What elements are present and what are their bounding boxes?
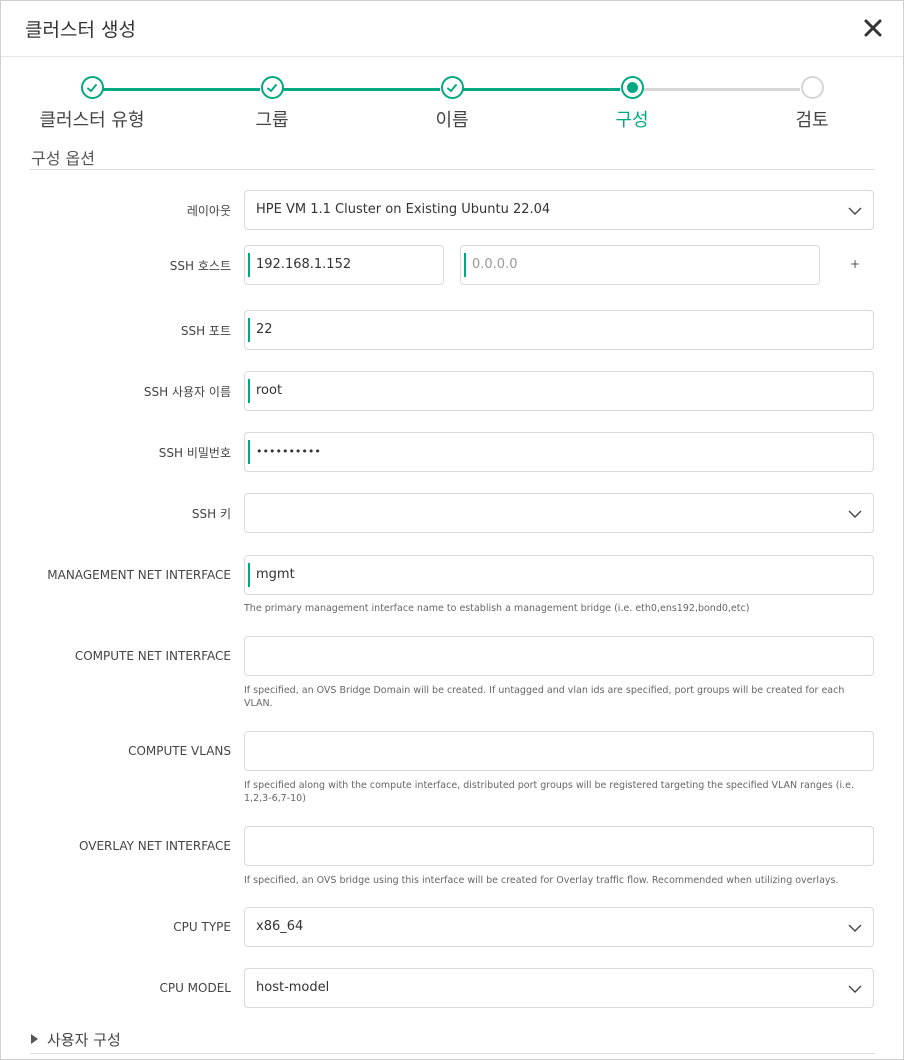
chevron-down-icon: [848, 924, 862, 932]
check-icon: [447, 83, 457, 92]
ssh-port-label: SSH 포트: [180, 324, 231, 338]
wizard-stepper: 클러스터 유형 그룹 이름 구성 검토: [1, 57, 903, 147]
cpu-type-select[interactable]: x86_64: [244, 907, 874, 947]
ssh-host-value: 192.168.1.152: [256, 257, 352, 272]
cpu-type-label: CPU TYPE: [173, 920, 231, 934]
ssh-key-select[interactable]: [244, 493, 874, 533]
check-icon: [87, 83, 97, 92]
user-config-label: 사용자 구성: [47, 1031, 121, 1049]
section-title: 구성 옵션: [31, 149, 95, 168]
mgmt-interface-value: mgmt: [256, 567, 295, 582]
step-label: 이름: [435, 110, 469, 131]
close-button[interactable]: [863, 13, 887, 41]
mgmt-interface-input[interactable]: mgmt: [244, 555, 874, 595]
ssh-user-input[interactable]: root: [244, 371, 874, 411]
chevron-down-icon: [848, 985, 862, 993]
ssh-password-label: SSH 비밀번호: [158, 446, 231, 460]
compute-interface-input[interactable]: [244, 636, 874, 676]
step-complete-indicator: [440, 76, 464, 99]
overlay-interface-input[interactable]: [244, 826, 874, 866]
step-group[interactable]: 그룹: [197, 76, 347, 132]
step-label: 클러스터 유형: [39, 110, 145, 131]
step-complete-indicator: [80, 76, 104, 99]
ssh-port-value: 22: [256, 322, 273, 337]
compute-vlans-help: If specified along with the compute inte…: [244, 780, 854, 804]
ssh-key-label: SSH 키: [191, 507, 231, 521]
step-review[interactable]: 검토: [737, 76, 887, 132]
cpu-model-select[interactable]: host-model: [244, 968, 874, 1008]
compute-interface-help: If specified, an OVS Bridge Domain will …: [244, 685, 845, 709]
ssh-host-input[interactable]: 192.168.1.152: [244, 245, 444, 285]
chevron-down-icon: [848, 207, 862, 215]
layout-select[interactable]: HPE VM 1.1 Cluster on Existing Ubuntu 22…: [244, 190, 874, 230]
step-pending-indicator: [800, 76, 824, 99]
dialog-title: 클러스터 생성: [25, 19, 136, 41]
cpu-model-label: CPU MODEL: [159, 981, 231, 995]
ssh-host-extra-input[interactable]: 0.0.0.0: [460, 245, 820, 285]
step-label: 검토: [795, 110, 829, 131]
create-cluster-dialog: 클러스터 생성 클러스터 유형 그룹 이름 구성 검토 구성 옵션 레이아웃 H…: [0, 0, 904, 1060]
dialog-header: 클러스터 생성: [1, 1, 903, 57]
compute-interface-label: COMPUTE NET INTERFACE: [74, 649, 231, 663]
add-host-button[interactable]: +: [850, 257, 860, 271]
ssh-user-value: root: [256, 383, 283, 398]
close-icon: [864, 19, 882, 37]
layout-label: 레이아웃: [186, 204, 231, 218]
overlay-interface-label: OVERLAY NET INTERFACE: [79, 839, 231, 853]
ssh-port-input[interactable]: 22: [244, 310, 874, 350]
mgmt-interface-help: The primary management interface name to…: [244, 603, 750, 614]
compute-vlans-input[interactable]: [244, 731, 874, 771]
chevron-down-icon: [848, 510, 862, 518]
step-complete-indicator: [260, 76, 284, 99]
ssh-user-label: SSH 사용자 이름: [143, 385, 231, 399]
ssh-host-label: SSH 호스트: [169, 259, 231, 273]
cpu-model-value: host-model: [256, 980, 330, 995]
ssh-host-extra-placeholder: 0.0.0.0: [472, 257, 518, 272]
divider: [30, 1053, 875, 1054]
user-config-toggle[interactable]: 사용자 구성: [31, 1029, 121, 1050]
compute-vlans-label: COMPUTE VLANS: [128, 744, 231, 758]
step-current-indicator: [620, 76, 644, 99]
step-label: 그룹: [255, 110, 289, 131]
step-config[interactable]: 구성: [557, 76, 707, 132]
overlay-interface-help: If specified, an OVS bridge using this i…: [244, 875, 839, 886]
mgmt-interface-label: MANAGEMENT NET INTERFACE: [47, 568, 231, 582]
layout-value: HPE VM 1.1 Cluster on Existing Ubuntu 22…: [256, 202, 551, 217]
ssh-password-input[interactable]: ••••••••••: [244, 432, 874, 472]
ssh-password-value: ••••••••••: [256, 445, 321, 458]
step-label: 구성: [615, 110, 649, 131]
caret-right-icon: [31, 1034, 38, 1044]
step-cluster-type[interactable]: 클러스터 유형: [17, 76, 167, 132]
divider: [30, 169, 875, 170]
cpu-type-value: x86_64: [256, 919, 304, 934]
step-name[interactable]: 이름: [377, 76, 527, 132]
check-icon: [267, 83, 277, 92]
